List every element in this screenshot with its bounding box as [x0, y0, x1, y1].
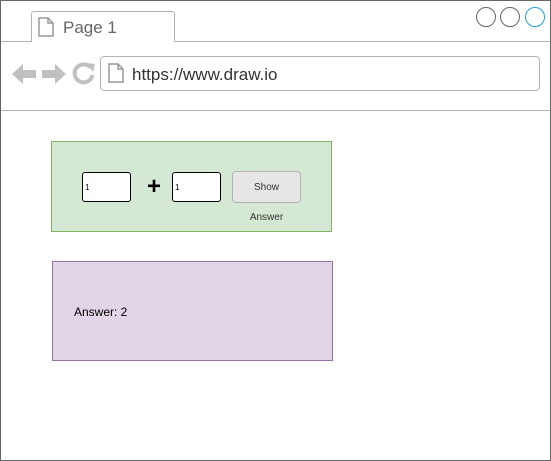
tab-label: Page 1	[63, 18, 117, 37]
page-icon	[108, 63, 124, 88]
input-panel: + Show Answer	[51, 141, 332, 232]
answer-panel: Answer: 2	[52, 261, 333, 361]
plus-sign: +	[146, 173, 161, 200]
operand-b-input[interactable]	[172, 172, 221, 202]
close-button[interactable]	[525, 7, 545, 27]
answer-text: Answer: 2	[74, 305, 128, 319]
tab-strip: Page 1	[1, 1, 550, 42]
minimize-button[interactable]	[476, 7, 496, 27]
navigation-bar: https://www.draw.io	[1, 42, 550, 111]
address-bar[interactable]: https://www.draw.io	[100, 56, 540, 91]
browser-window: Page 1 https://www.draw.io 1 + 1 Show An…	[0, 0, 551, 461]
forward-arrow-icon[interactable]	[41, 62, 67, 91]
reload-icon[interactable]	[71, 62, 97, 91]
back-arrow-icon[interactable]	[11, 62, 37, 91]
show-answer-button[interactable]: Show Answer	[232, 171, 301, 223]
restore-button[interactable]	[500, 7, 520, 27]
tab-page-1[interactable]: Page 1	[31, 11, 175, 42]
url-text: https://www.draw.io	[132, 65, 278, 84]
operand-a-input[interactable]	[82, 172, 131, 202]
page-icon	[38, 17, 54, 42]
